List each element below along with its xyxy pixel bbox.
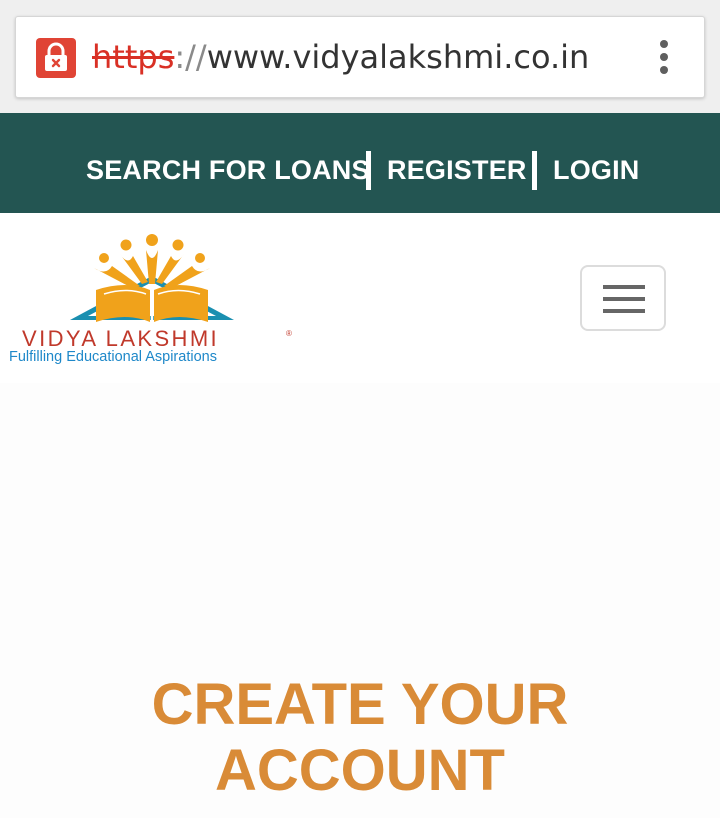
address-bar[interactable]: https://www.vidyalakshmi.co.in (15, 16, 705, 98)
url-host: www.vidyalakshmi.co.in (206, 38, 590, 76)
hamburger-menu-icon (603, 297, 645, 301)
hamburger-menu-icon (603, 309, 645, 313)
brand-tagline: Fulfilling Educational Aspirations (9, 349, 217, 365)
hamburger-menu-button[interactable] (580, 265, 666, 331)
search-for-loans-link[interactable]: SEARCH FOR LOANS (86, 150, 370, 190)
broken-lock-icon[interactable] (36, 38, 76, 78)
vidya-lakshmi-logo-icon[interactable] (8, 232, 298, 328)
page-title: CREATE YOUR ACCOUNT (151, 672, 569, 803)
url-separator: :// (174, 38, 207, 76)
login-link[interactable]: LOGIN (553, 150, 640, 190)
vertical-dots-icon[interactable] (652, 37, 676, 77)
browser-toolbar: https://www.vidyalakshmi.co.in (0, 0, 720, 113)
nav-divider (532, 151, 537, 190)
url-scheme: https (92, 38, 175, 76)
registered-mark: ® (286, 329, 292, 338)
hamburger-menu-icon (603, 285, 645, 289)
nav-divider (366, 151, 371, 190)
register-link[interactable]: REGISTER (387, 150, 527, 190)
url-text[interactable]: https://www.vidyalakshmi.co.in (92, 37, 589, 77)
